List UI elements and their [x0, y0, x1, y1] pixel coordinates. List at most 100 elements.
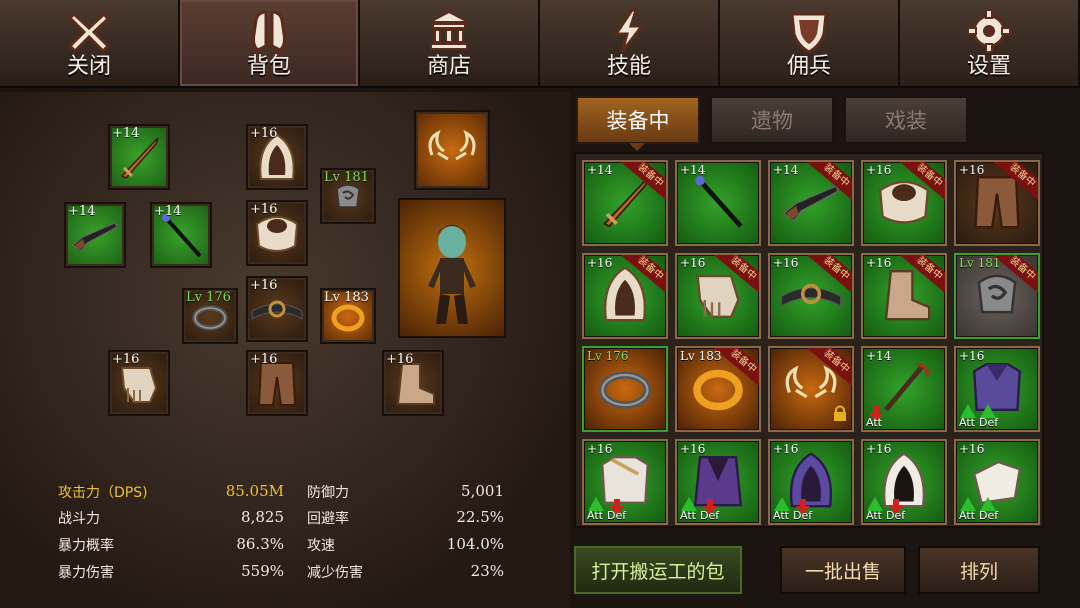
- inventory-item-pants[interactable]: +16 装备中: [954, 160, 1040, 246]
- inventory-item-scepter[interactable]: +14 Att: [861, 346, 947, 432]
- item-level: +14: [680, 163, 706, 177]
- close-icon: [67, 11, 111, 54]
- stat-crit-rate-label: 暴力概率: [58, 538, 114, 554]
- compare-att-label: Att: [680, 509, 696, 522]
- inventory-item-hood[interactable]: +16 装备中: [582, 253, 668, 339]
- inventory-item-ring-dark[interactable]: Lv 176: [582, 346, 668, 432]
- slot-costume[interactable]: [414, 110, 490, 190]
- slot-shoulders[interactable]: +16: [246, 200, 308, 266]
- slot-staff-level: +14: [154, 204, 182, 219]
- slot-relic[interactable]: Lv 181: [320, 168, 376, 224]
- open-porter-bag-button[interactable]: 打开搬运工的包: [574, 546, 742, 594]
- slot-ring-1[interactable]: Lv 176: [182, 288, 238, 344]
- backpack-icon: [252, 10, 286, 52]
- slot-boots[interactable]: +16: [382, 350, 444, 416]
- horns-icon: [428, 130, 476, 161]
- compare-labels: Att: [866, 416, 882, 429]
- inventory-item-sword[interactable]: +14 装备中: [582, 160, 668, 246]
- character-avatar: [428, 225, 476, 324]
- item-level: +14: [587, 163, 613, 177]
- inventory-item-glove-white[interactable]: +16 Att Def: [954, 439, 1040, 525]
- nav-mercenary[interactable]: 佣兵: [720, 0, 900, 86]
- slot-shoulders-level: +16: [250, 202, 278, 217]
- nav-close[interactable]: 关闭: [0, 0, 180, 86]
- inventory-tabs: 装备中 遗物 戏装: [576, 96, 968, 144]
- inventory-item-hood-white[interactable]: +16 Att Def: [861, 439, 947, 525]
- slot-ring-2-level: Lv 183: [324, 290, 369, 305]
- slot-hood-level: +16: [250, 126, 278, 141]
- item-level: +16: [866, 163, 892, 177]
- slot-sword[interactable]: +14: [108, 124, 170, 190]
- slot-belt[interactable]: +16: [246, 276, 308, 342]
- tab-costume[interactable]: 戏装: [844, 96, 968, 144]
- staff-icon: [688, 171, 748, 235]
- inventory-item-armor-white[interactable]: +16 Att Def: [582, 439, 668, 525]
- compare-att-label: Att: [587, 509, 603, 522]
- stat-evasion-label: 回避率: [307, 511, 349, 527]
- inventory-item-relic[interactable]: Lv 181 装备中: [954, 253, 1040, 339]
- nav-settings[interactable]: 设置: [900, 0, 1080, 86]
- inventory-item-cloak-purple[interactable]: +16 Att Def: [675, 439, 761, 525]
- belt-icon: [251, 300, 303, 320]
- inventory-item-belt[interactable]: +16 装备中: [768, 253, 854, 339]
- tab-equipped[interactable]: 装备中: [576, 96, 700, 144]
- item-level: +16: [587, 442, 613, 456]
- inventory-grid: +14 装备中 +14 +14 装备中 +16 装备中 +16 装备中 +16 装备中 +16 装备中 +…: [574, 152, 1044, 528]
- inventory-item-hood-purple[interactable]: +16 Att Def: [768, 439, 854, 525]
- nav-skills[interactable]: 技能: [540, 0, 720, 86]
- shop-icon: [429, 10, 469, 50]
- compare-labels: Att Def: [959, 509, 998, 522]
- armor-white-icon: [595, 450, 655, 514]
- tab-relics[interactable]: 遗物: [710, 96, 834, 144]
- item-level: +16: [773, 442, 799, 456]
- item-level: +16: [959, 163, 985, 177]
- shield-icon: [790, 12, 828, 54]
- slot-sword-level: +14: [112, 126, 140, 141]
- inventory-item-ring-gold[interactable]: Lv 183 装备中: [675, 346, 761, 432]
- item-level: Lv 181: [959, 256, 1001, 270]
- stat-attack-speed-value: 104.0%: [446, 535, 504, 553]
- slot-belt-level: +16: [250, 278, 278, 293]
- item-level: Lv 176: [587, 349, 629, 363]
- inventory-item-shoulders[interactable]: +16 装备中: [861, 160, 947, 246]
- nav-shop[interactable]: 商店: [360, 0, 540, 86]
- inventory-item-armor-purple[interactable]: +16 Att Def: [954, 346, 1040, 432]
- slot-gloves[interactable]: +16: [108, 350, 170, 416]
- inventory-item-staff[interactable]: +14: [675, 160, 761, 246]
- slot-boots-level: +16: [386, 352, 414, 367]
- inventory-item-boots[interactable]: +16 装备中: [861, 253, 947, 339]
- compare-labels: Att Def: [773, 509, 812, 522]
- item-level: Lv 183: [680, 349, 722, 363]
- inventory-item-horns[interactable]: 装备中: [768, 346, 854, 432]
- hood-white-icon: [875, 449, 933, 515]
- slot-staff[interactable]: +14: [150, 202, 212, 268]
- sort-button[interactable]: 排列: [918, 546, 1040, 594]
- item-level: +16: [866, 442, 892, 456]
- slot-pants[interactable]: +16: [246, 350, 308, 416]
- stat-defense-label: 防御力: [307, 485, 349, 501]
- stat-dps-value: 85.05M: [225, 482, 284, 500]
- inventory-item-rifle[interactable]: +14 装备中: [768, 160, 854, 246]
- stat-crit-rate-value: 86.3%: [236, 535, 284, 553]
- bulk-sell-button[interactable]: 一批出售: [780, 546, 906, 594]
- nav-backpack[interactable]: 背包: [180, 0, 360, 86]
- gear-icon: [967, 9, 1011, 53]
- compare-def-label: Def: [978, 509, 999, 522]
- compare-att-label: Att: [773, 509, 789, 522]
- slot-hood[interactable]: +16: [246, 124, 308, 190]
- item-level: +14: [866, 349, 892, 363]
- slot-ring-2[interactable]: Lv 183: [320, 288, 376, 344]
- stat-dps-label: 攻击力（DPS): [58, 485, 148, 501]
- slot-rifle[interactable]: +14: [64, 202, 126, 268]
- compare-labels: Att Def: [959, 416, 998, 429]
- slot-gloves-level: +16: [112, 352, 140, 367]
- tab-pointer: [629, 143, 645, 151]
- item-level: +16: [959, 349, 985, 363]
- glove-white-icon: [967, 450, 1027, 514]
- compare-def-label: Def: [699, 509, 720, 522]
- stat-power-label: 战斗力: [58, 511, 100, 527]
- item-level: +16: [680, 442, 706, 456]
- scepter-icon: [874, 357, 934, 421]
- compare-att-label: Att: [866, 509, 882, 522]
- inventory-item-gloves[interactable]: +16 装备中: [675, 253, 761, 339]
